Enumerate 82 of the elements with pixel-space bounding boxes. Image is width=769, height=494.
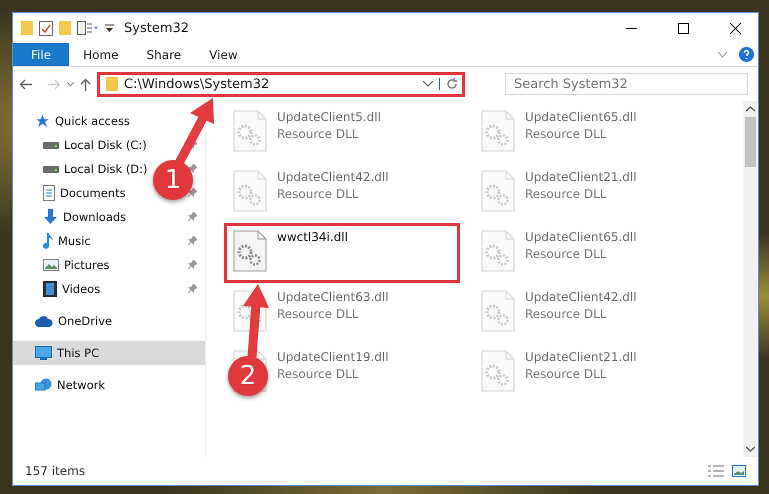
file-name[interactable]: UpdateClient65.dll: [525, 230, 637, 244]
nav-item[interactable]: Videos: [62, 282, 100, 296]
chevron-down-icon[interactable]: [67, 82, 74, 86]
file-type: Resource DLL: [525, 187, 608, 201]
ribbon-tab[interactable]: File: [13, 43, 70, 66]
file-type: Resource DLL: [277, 307, 360, 321]
large-icons-view-icon[interactable]: [732, 465, 746, 477]
gear-file-icon: [233, 230, 267, 272]
nav-item[interactable]: Music: [58, 234, 91, 248]
monitor-icon: [35, 346, 52, 360]
chevron-up-icon[interactable]: [746, 106, 755, 112]
gear-file-icon: [233, 170, 267, 212]
gear-file-icon: [233, 110, 267, 152]
pin-icon: [188, 164, 197, 173]
chevron-down-icon[interactable]: [423, 81, 433, 87]
nav-item[interactable]: Local Disk (D:): [64, 162, 148, 176]
file-type: Resource DLL: [277, 367, 360, 381]
file-type: Resource DLL: [525, 247, 608, 261]
pin-icon: [188, 260, 197, 269]
nav-item[interactable]: This PC: [57, 346, 100, 360]
nav-item[interactable]: OneDrive: [58, 314, 112, 328]
drive-icon: [43, 164, 59, 174]
pin-icon: [188, 188, 197, 197]
music-note-icon: [43, 233, 53, 249]
cloud-icon: [35, 316, 53, 326]
pictures-icon: [43, 259, 59, 271]
nav-item[interactable]: Documents: [60, 186, 126, 200]
file-type: Resource DLL: [525, 127, 608, 141]
gear-file-icon: [481, 350, 515, 392]
file-type: Resource DLL: [277, 127, 360, 141]
download-icon: [43, 209, 58, 225]
properties-icon[interactable]: [39, 20, 53, 36]
pin-icon: [188, 284, 197, 293]
maximize-icon: [678, 22, 688, 34]
ribbon-tab[interactable]: View: [195, 43, 252, 66]
file-type: Resource DLL: [525, 307, 608, 321]
folder-icon: [106, 77, 118, 91]
nav-item[interactable]: Network: [57, 378, 106, 392]
address-bar[interactable]: C:\Windows\System32: [97, 72, 465, 96]
ribbon-tab[interactable]: Share: [132, 43, 196, 66]
folder-icon: [21, 21, 33, 35]
file-name[interactable]: UpdateClient65.dll: [525, 110, 637, 124]
scrollbar-thumb[interactable]: [745, 117, 756, 167]
back-arrow-icon[interactable]: [19, 78, 32, 90]
selection-highlight[interactable]: This PC: [13, 341, 205, 365]
file-type: Resource DLL: [277, 187, 360, 201]
ribbon-tab[interactable]: Home: [69, 43, 133, 66]
nav-item[interactable]: Local Disk (C:): [64, 138, 147, 152]
pin-icon: [188, 212, 197, 221]
search-field[interactable]: Search System32: [505, 73, 748, 95]
drive-icon: [43, 140, 59, 150]
file-name[interactable]: UpdateClient5.dll: [277, 110, 381, 124]
details-view-icon[interactable]: [708, 465, 724, 477]
up-arrow-icon[interactable]: [80, 78, 91, 90]
window-title: System32: [124, 20, 190, 36]
network-icon: [35, 378, 52, 392]
view-options-icon[interactable]: [77, 21, 99, 35]
scrollbar[interactable]: [743, 101, 758, 457]
file-name[interactable]: wwctl34i.dll: [277, 230, 348, 244]
film-icon: [43, 281, 57, 297]
file-name[interactable]: UpdateClient19.dll: [277, 350, 389, 364]
gear-file-icon: [481, 170, 515, 212]
file-name[interactable]: UpdateClient63.dll: [277, 290, 389, 304]
gear-file-icon: [481, 230, 515, 272]
file-name[interactable]: UpdateClient42.dll: [525, 290, 637, 304]
file-name[interactable]: UpdateClient21.dll: [525, 170, 637, 184]
chevron-down-icon[interactable]: [746, 446, 755, 452]
gear-file-icon: [481, 290, 515, 332]
close-icon: [730, 22, 740, 34]
file-name[interactable]: UpdateClient21.dll: [525, 350, 637, 364]
item-count: 157 items: [25, 464, 86, 478]
file-type: Resource DLL: [525, 367, 608, 381]
document-icon: [43, 185, 55, 201]
help-icon[interactable]: [739, 47, 754, 62]
nav-item[interactable]: Downloads: [63, 210, 126, 224]
nav-item[interactable]: Quick access: [55, 114, 130, 128]
star-icon: [35, 114, 50, 128]
nav-item[interactable]: Pictures: [64, 258, 110, 272]
customize-arrow-icon[interactable]: [105, 24, 114, 32]
gear-file-icon: [481, 110, 515, 152]
pin-icon: [188, 236, 197, 245]
file-name[interactable]: UpdateClient42.dll: [277, 170, 389, 184]
